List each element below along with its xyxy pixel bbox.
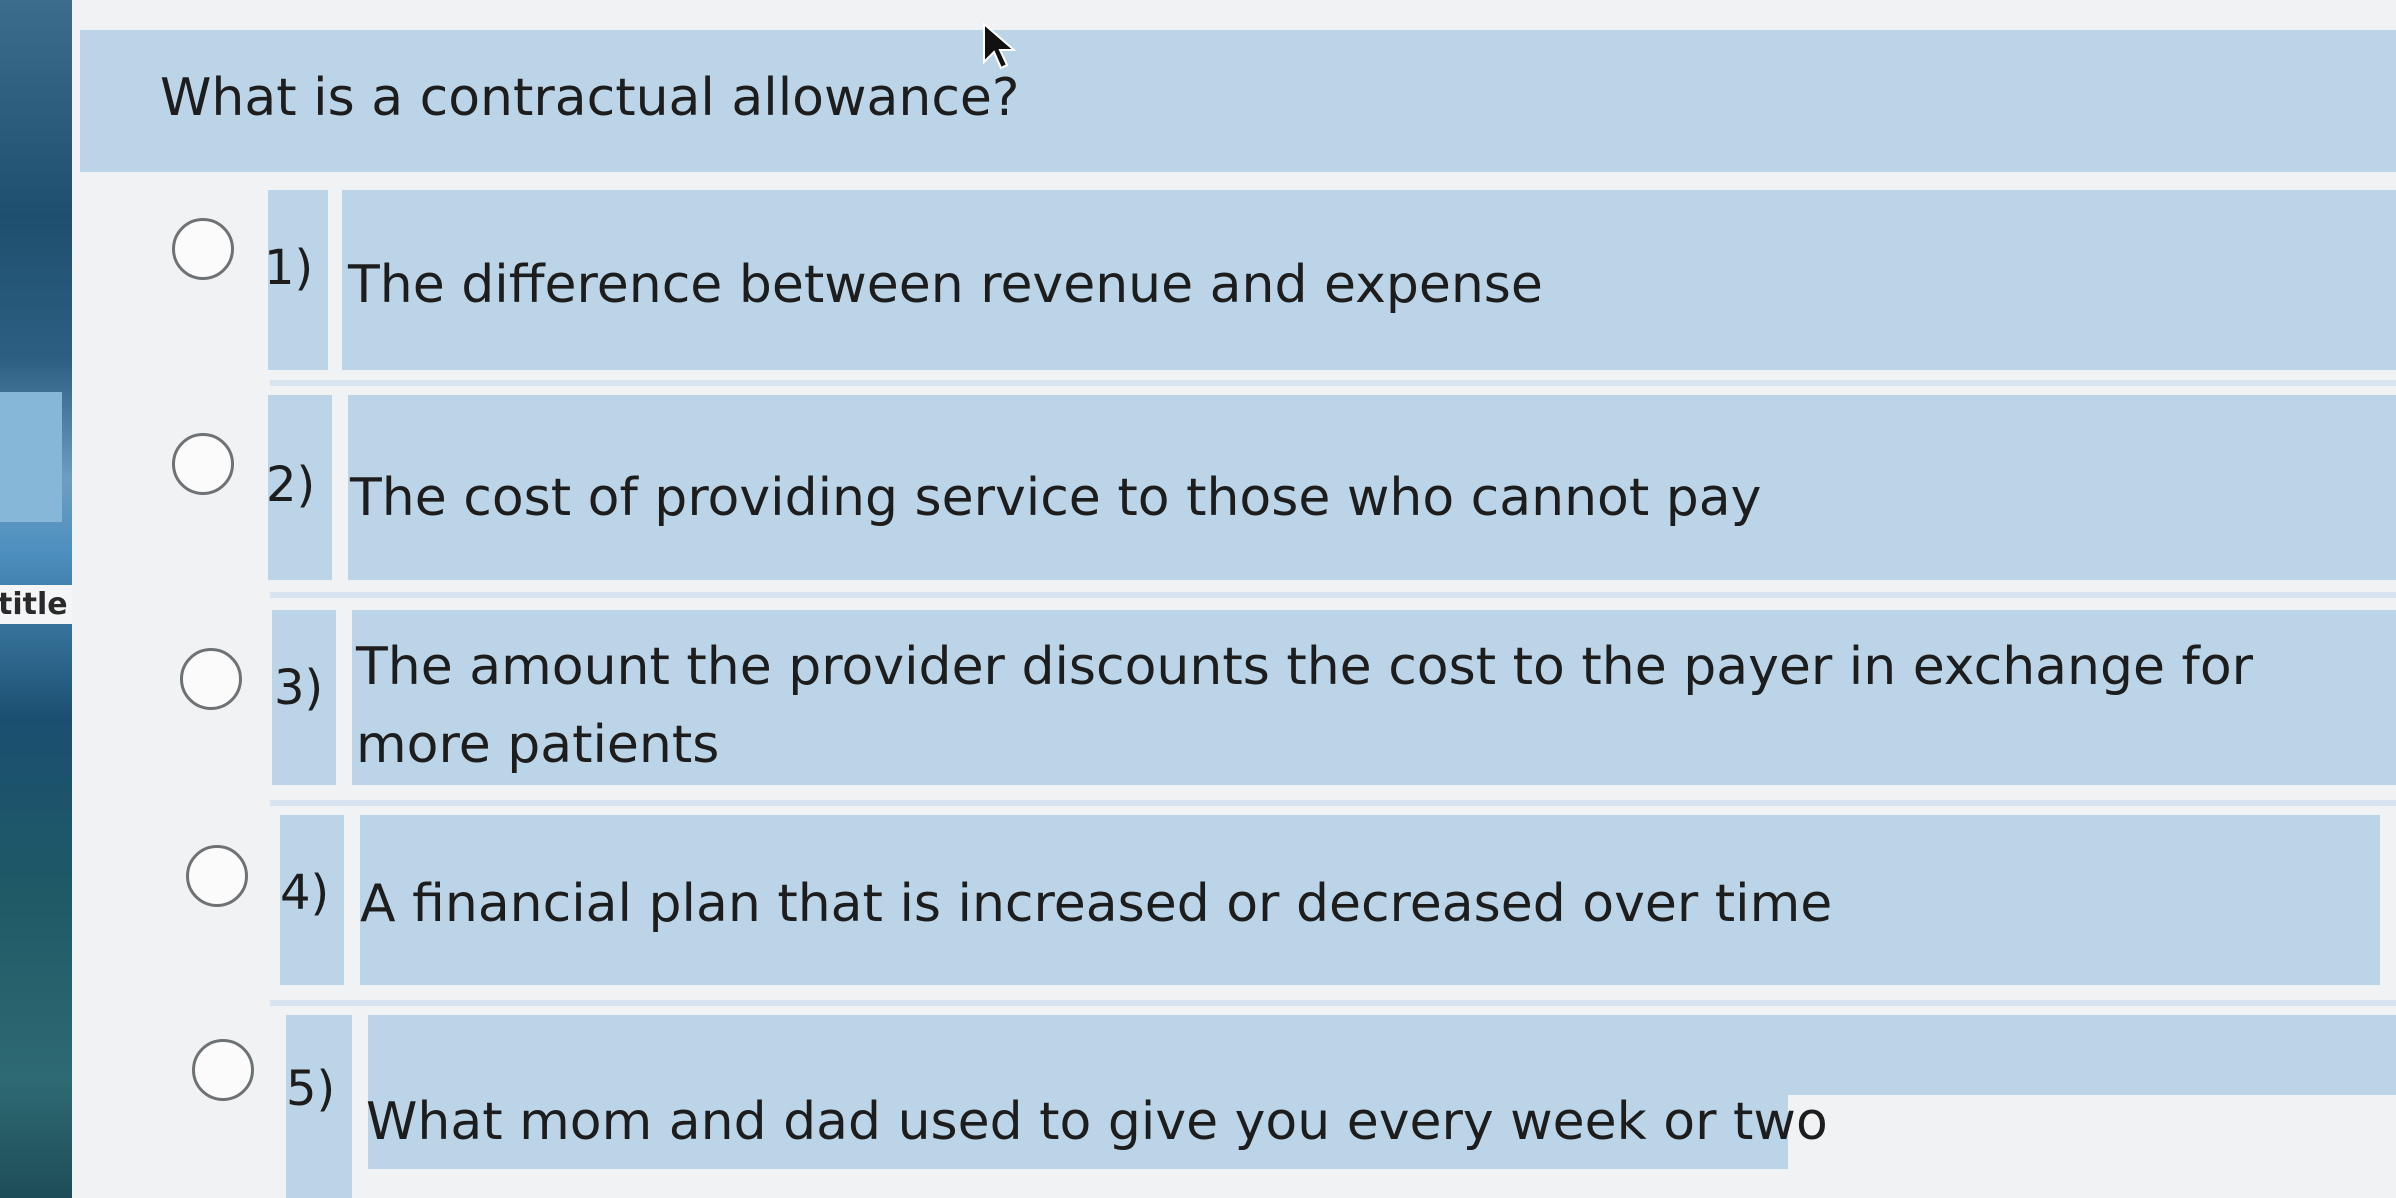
answer-option-3[interactable]: 3) The amount the provider discounts the…: [160, 610, 2396, 785]
background-window-block: [0, 392, 62, 522]
option-text-1[interactable]: The difference between revenue and expen…: [348, 246, 1543, 324]
option-number-4: 4): [280, 865, 330, 921]
option-text-3-line-2[interactable]: more patients: [356, 706, 719, 784]
answer-option-2[interactable]: 2) The cost of providing service to thos…: [160, 395, 2396, 580]
answer-option-4[interactable]: 4) A financial plan that is increased or…: [160, 815, 2396, 985]
option-number-3: 3): [274, 660, 324, 716]
option-text-5[interactable]: What mom and dad used to give you every …: [366, 1083, 1828, 1161]
background-window-strip: title: [0, 0, 74, 1198]
option-divider: [270, 380, 2396, 386]
option-number-2: 2): [266, 457, 316, 513]
option-divider: [270, 1000, 2396, 1006]
radio-button-2[interactable]: [172, 433, 234, 495]
question-text: What is a contractual allowance?: [160, 68, 1020, 128]
option-text-2[interactable]: The cost of providing service to those w…: [350, 459, 1761, 537]
radio-button-4[interactable]: [186, 845, 248, 907]
option-divider: [270, 800, 2396, 806]
mouse-cursor-icon: [983, 22, 1017, 70]
option-text-4[interactable]: A financial plan that is increased or de…: [360, 865, 1832, 943]
answer-option-1[interactable]: 1) The difference between revenue and ex…: [160, 190, 2396, 370]
option-number-5: 5): [286, 1061, 336, 1117]
option-number-1: 1): [264, 240, 314, 296]
radio-button-1[interactable]: [172, 218, 234, 280]
answer-option-5[interactable]: 5) What mom and dad used to give you eve…: [160, 1015, 2396, 1198]
background-tab-label: title: [0, 585, 74, 624]
option-text-3-line-1[interactable]: The amount the provider discounts the co…: [356, 628, 2253, 706]
question-header: What is a contractual allowance?: [80, 30, 2396, 172]
option-divider: [270, 592, 2396, 598]
radio-button-5[interactable]: [192, 1039, 254, 1101]
radio-button-3[interactable]: [180, 648, 242, 710]
